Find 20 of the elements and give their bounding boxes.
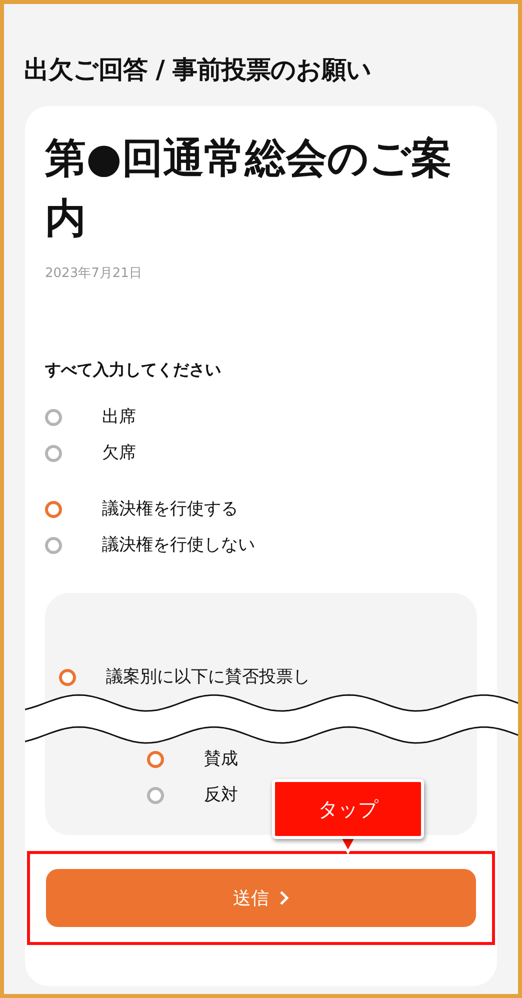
chevron-right-icon [279, 890, 289, 906]
radio-icon[interactable] [45, 444, 62, 462]
radio-icon[interactable] [59, 668, 76, 686]
radio-option[interactable]: 議案別に以下に賛否投票し [59, 665, 310, 689]
radio-icon[interactable] [45, 536, 62, 554]
radio-option[interactable]: 欠席 [45, 441, 136, 465]
notice-title: 第●回通常総会のご案内 [45, 133, 453, 244]
tap-tooltip: タップ [272, 779, 424, 839]
radio-option[interactable]: 出席 [45, 405, 136, 429]
radio-option[interactable]: 賛成 [147, 747, 238, 771]
radio-icon[interactable] [45, 500, 62, 518]
radio-icon[interactable] [147, 750, 164, 768]
radio-option[interactable]: 反対 [147, 783, 238, 807]
instruction-text: すべて入力してください [45, 360, 222, 381]
radio-option[interactable]: 議決権を行使しない [45, 533, 255, 557]
radio-icon[interactable] [45, 408, 62, 426]
radio-option[interactable]: 議決権を行使する [45, 497, 238, 521]
radio-icon[interactable] [147, 786, 164, 804]
notice-date: 2023年7月21日 [45, 265, 143, 282]
page-title: 出欠ご回答 / 事前投票のお願い [24, 54, 373, 86]
